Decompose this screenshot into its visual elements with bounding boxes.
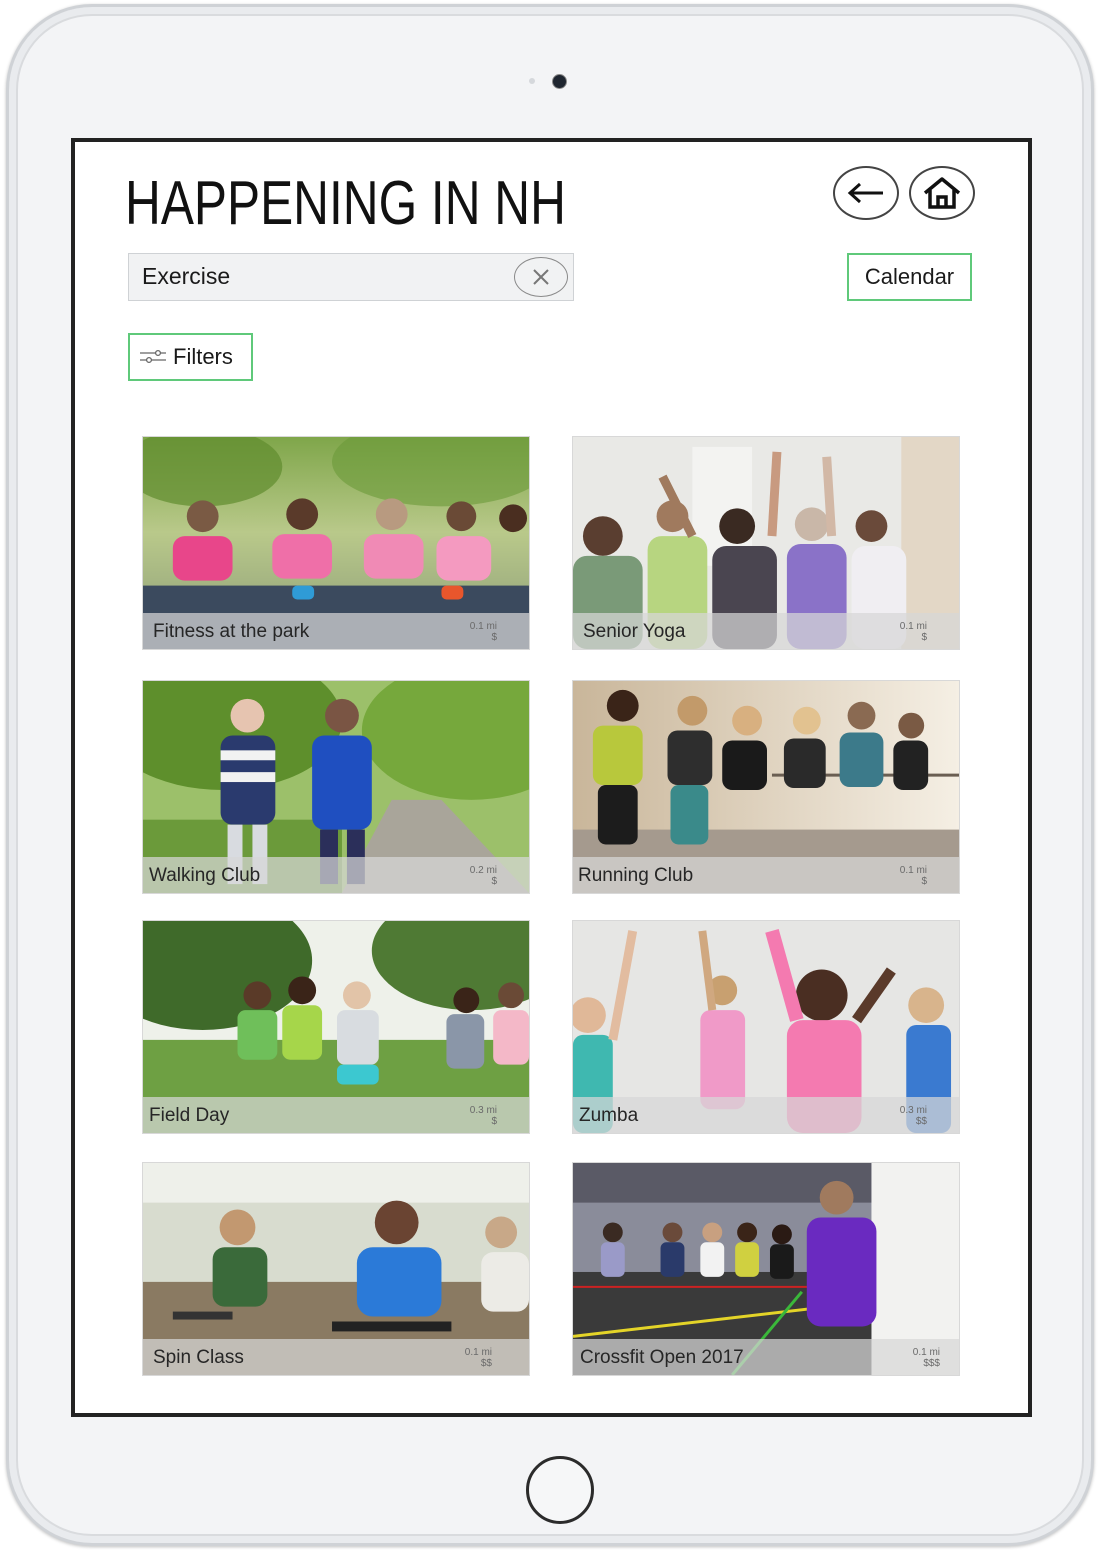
event-distance: 0.3 mi [899, 1105, 927, 1116]
event-card-senior-yoga[interactable]: Senior Yoga 0.1 mi $ [572, 436, 960, 650]
event-name: Crossfit Open 2017 [580, 1347, 744, 1368]
event-meta: 0.1 mi $$ [465, 1347, 492, 1369]
event-distance: 0.3 mi [469, 1105, 497, 1116]
event-name: Spin Class [153, 1347, 244, 1368]
sliders-icon [140, 349, 166, 364]
event-distance: 0.1 mi [899, 865, 927, 876]
event-name: Zumba [579, 1105, 639, 1126]
event-card-walking-club[interactable]: Walking Club 0.2 mi $ [142, 680, 530, 894]
device-home-button[interactable] [526, 1456, 594, 1524]
back-button[interactable] [833, 166, 899, 220]
search-box [128, 253, 574, 301]
arrow-left-icon [847, 182, 883, 204]
calendar-button[interactable]: Calendar [847, 253, 972, 301]
event-name: Senior Yoga [583, 621, 686, 642]
event-distance: 0.1 mi [899, 621, 927, 632]
sensor-dot [529, 78, 535, 84]
event-name: Field Day [149, 1105, 230, 1126]
filters-label: Filters [173, 344, 233, 369]
event-card-running-club[interactable]: Running Club 0.1 mi $ [572, 680, 960, 894]
event-card-crossfit-open-2017[interactable]: Crossfit Open 2017 0.1 mi $$$ [572, 1162, 960, 1376]
house-icon [923, 177, 961, 209]
event-price: $$ [480, 1358, 492, 1369]
event-meta: 0.3 mi $ [470, 1105, 497, 1127]
event-distance: 0.1 mi [469, 621, 497, 632]
front-camera [552, 74, 567, 89]
event-price: $ [921, 876, 927, 887]
event-card-fitness-at-the-park[interactable]: Fitness at the park 0.1 mi $ [142, 436, 530, 650]
clear-search-button[interactable] [514, 257, 568, 297]
event-meta: 0.1 mi $$$ [913, 1347, 940, 1369]
event-card-zumba[interactable]: Zumba 0.3 mi $$ [572, 920, 960, 1134]
search-input[interactable] [129, 254, 509, 299]
event-card-spin-class[interactable]: Spin Class 0.1 mi $$ [142, 1162, 530, 1376]
event-price: $$$ [923, 1358, 940, 1369]
app-screen: HAPPENING IN NH Calendar Filt [71, 138, 1032, 1417]
event-meta: 0.1 mi $ [470, 621, 497, 643]
event-name: Fitness at the park [153, 621, 310, 642]
app-title: HAPPENING IN NH [125, 169, 566, 238]
event-meta: 0.2 mi $ [470, 865, 497, 887]
event-distance: 0.1 mi [464, 1347, 492, 1358]
event-price: $ [921, 632, 927, 643]
event-price: $ [491, 1116, 497, 1127]
x-icon [533, 269, 549, 285]
event-name: Running Club [578, 865, 694, 886]
event-meta: 0.1 mi $ [900, 865, 927, 887]
event-name: Walking Club [149, 865, 261, 886]
home-button[interactable] [909, 166, 975, 220]
event-distance: 0.1 mi [912, 1347, 940, 1358]
event-meta: 0.3 mi $$ [900, 1105, 927, 1127]
event-distance: 0.2 mi [469, 865, 497, 876]
event-price: $$ [915, 1116, 927, 1127]
event-meta: 0.1 mi $ [900, 621, 927, 643]
filters-button[interactable]: Filters [128, 333, 253, 381]
event-price: $ [491, 876, 497, 887]
event-price: $ [491, 632, 497, 643]
event-card-field-day[interactable]: Field Day 0.3 mi $ [142, 920, 530, 1134]
